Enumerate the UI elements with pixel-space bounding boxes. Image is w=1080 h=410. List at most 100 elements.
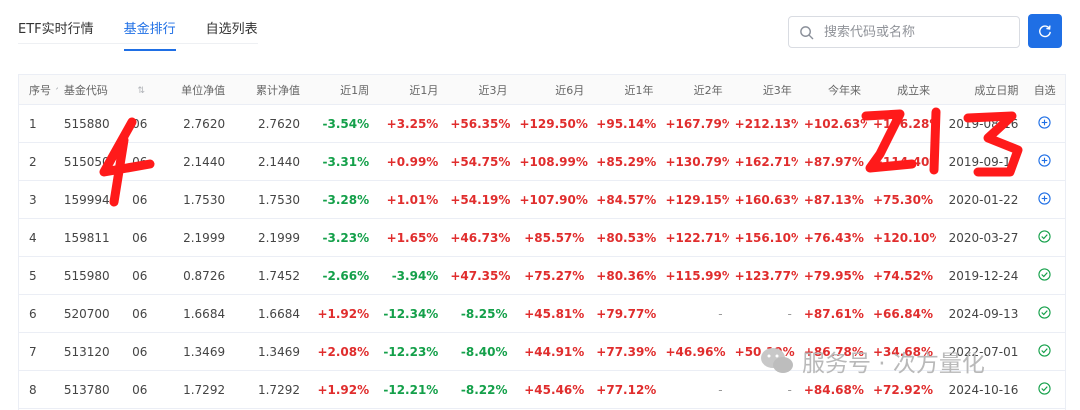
- table-row[interactable]: 2 515050 06 2.1440 2.1440 -3.31% +0.99% +54.75%…: [19, 143, 1065, 181]
- sort-icon[interactable]: ⇅: [125, 83, 154, 96]
- cell-idx: 6: [29, 306, 37, 321]
- cell-date: 2024-10-16: [948, 382, 1019, 397]
- cell-m1: +1.01%: [386, 192, 439, 207]
- cell-since: +120.10%: [872, 230, 937, 245]
- cell-w1: -2.66%: [322, 268, 370, 283]
- cell-acc: 2.7620: [257, 116, 300, 131]
- header-1m[interactable]: 近1月: [375, 82, 444, 98]
- cell-w1: -3.54%: [322, 116, 370, 131]
- cell-y1: +95.14%: [596, 116, 657, 131]
- search-icon: [800, 25, 814, 39]
- watermark: 服务号 · 次方量化: [760, 344, 985, 378]
- table-row[interactable]: 1 515880 06 2.7620 2.7620 -3.54% +3.25% +56.35%…: [19, 105, 1065, 143]
- header-acc-nav[interactable]: 累计净值: [231, 82, 306, 98]
- cell-mk: 06: [132, 230, 148, 245]
- tab-fund-ranking[interactable]: 基金排行: [123, 18, 176, 51]
- cell-y1: +80.53%: [596, 230, 657, 245]
- header-3m[interactable]: 近3月: [444, 82, 513, 98]
- table-header: 序号⌃ 基金代码 ⇅ 单位净值 累计净值 近1周 近1月 近3月 近6月 近1年…: [19, 75, 1065, 105]
- cell-y1: +77.12%: [596, 382, 657, 397]
- refresh-button[interactable]: [1028, 14, 1062, 48]
- cell-since: +176.28%: [872, 116, 937, 131]
- cell-code: 159811: [63, 230, 110, 245]
- table-row[interactable]: 6 520700 06 1.6684 1.6684 +1.92% -12.34% -8.25%…: [19, 295, 1065, 333]
- cell-m3: +54.19%: [450, 192, 511, 207]
- cell-ytd: +102.63%: [803, 116, 867, 131]
- cell-nav: 1.7292: [183, 382, 226, 397]
- header-date[interactable]: 成立日期: [936, 82, 1024, 98]
- cell-y2: -: [718, 306, 723, 321]
- table-row[interactable]: 3 159994 06 1.7530 1.7530 -3.28% +1.01% +54.19%…: [19, 181, 1065, 219]
- cell-acc: 1.7292: [257, 382, 300, 397]
- cell-since: +72.92%: [872, 382, 934, 397]
- cell-m6: +85.57%: [524, 230, 585, 245]
- header-ytd[interactable]: 今年来: [798, 82, 867, 98]
- tab-etf-realtime[interactable]: ETF实时行情: [18, 18, 94, 51]
- cell-y1: +85.29%: [596, 154, 657, 169]
- cell-since: +114.40%: [872, 154, 937, 169]
- header-code[interactable]: 基金代码: [58, 82, 125, 98]
- cell-idx: 7: [29, 344, 37, 359]
- cell-code: 159994: [63, 192, 110, 207]
- cell-idx: 5: [29, 268, 37, 283]
- header-2y[interactable]: 近2年: [659, 82, 728, 98]
- cell-mk: 06: [132, 344, 148, 359]
- add-favorite-icon[interactable]: [1024, 115, 1065, 132]
- cell-y3: +156.10%: [734, 230, 798, 245]
- table-row[interactable]: 4 159811 06 2.1999 2.1999 -3.23% +1.65% +46.73%…: [19, 219, 1065, 257]
- favorited-check-icon[interactable]: [1024, 229, 1065, 246]
- cell-idx: 4: [29, 230, 37, 245]
- cell-y1: +80.36%: [596, 268, 657, 283]
- add-favorite-icon[interactable]: [1024, 153, 1065, 170]
- header-nav[interactable]: 单位净值: [154, 82, 231, 98]
- header-since[interactable]: 成立来: [867, 82, 936, 98]
- cell-w1: -3.23%: [322, 230, 370, 245]
- cell-y2: +130.79%: [665, 154, 729, 169]
- table-row[interactable]: 5 515980 06 0.8726 1.7452 -2.66% -3.94% +47.35%…: [19, 257, 1065, 295]
- cell-code: 520700: [63, 306, 110, 321]
- favorited-check-icon[interactable]: [1024, 267, 1065, 284]
- cell-m3: +47.35%: [450, 268, 511, 283]
- cell-y3: -: [787, 382, 792, 397]
- cell-date: 2024-09-13: [948, 306, 1019, 321]
- header-6m[interactable]: 近6月: [514, 82, 591, 98]
- cell-idx: 2: [29, 154, 37, 169]
- cell-code: 515980: [63, 268, 110, 283]
- favorited-check-icon[interactable]: [1024, 381, 1065, 398]
- cell-ytd: +79.95%: [803, 268, 864, 283]
- header-1w[interactable]: 近1周: [306, 82, 375, 98]
- cell-idx: 1: [29, 116, 37, 131]
- cell-y2: +46.96%: [665, 344, 726, 359]
- header-index[interactable]: 序号⌃: [19, 82, 58, 98]
- cell-w1: +1.92%: [317, 382, 370, 397]
- cell-w1: -3.31%: [322, 154, 370, 169]
- search-input[interactable]: [822, 23, 1006, 41]
- add-favorite-icon[interactable]: [1024, 191, 1065, 208]
- cell-m1: -12.34%: [383, 306, 439, 321]
- cell-acc: 1.7530: [257, 192, 300, 207]
- cell-m1: +3.25%: [386, 116, 439, 131]
- favorited-check-icon[interactable]: [1024, 305, 1065, 322]
- cell-date: 2019-12-24: [948, 268, 1019, 283]
- header-3y[interactable]: 近3年: [729, 82, 798, 98]
- cell-mk: 06: [132, 116, 148, 131]
- header-1y[interactable]: 近1年: [590, 82, 659, 98]
- tab-watchlist[interactable]: 自选列表: [206, 18, 258, 51]
- cell-y3: +162.71%: [734, 154, 798, 169]
- cell-m1: -12.21%: [383, 382, 439, 397]
- favorited-check-icon[interactable]: [1024, 343, 1065, 360]
- cell-m6: +45.46%: [524, 382, 585, 397]
- wechat-icon: [761, 348, 793, 373]
- search-box[interactable]: [788, 16, 1020, 48]
- cell-date: 2019-09-17: [948, 154, 1019, 169]
- cell-ytd: +84.68%: [803, 382, 864, 397]
- cell-y2: +167.79%: [665, 116, 729, 131]
- cell-y3: +212.13%: [734, 116, 798, 131]
- cell-ytd: +87.61%: [803, 306, 864, 321]
- cell-acc: 1.7452: [257, 268, 300, 283]
- cell-mk: 06: [132, 306, 148, 321]
- cell-ytd: +76.43%: [803, 230, 864, 245]
- cell-date: 2020-01-22: [948, 192, 1019, 207]
- tab-divider: [18, 43, 258, 44]
- cell-m1: -3.94%: [391, 268, 439, 283]
